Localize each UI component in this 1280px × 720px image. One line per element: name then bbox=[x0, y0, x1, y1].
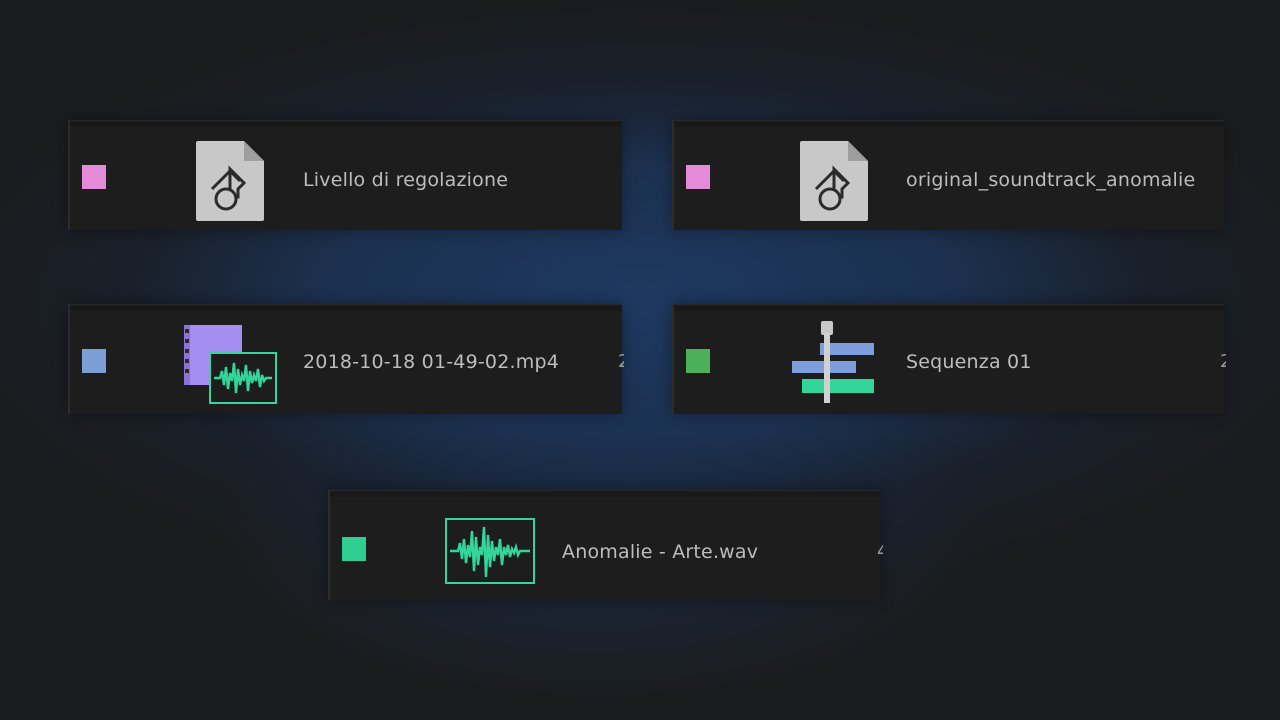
label-color-swatch[interactable] bbox=[82, 349, 106, 373]
label-color-swatch[interactable] bbox=[686, 349, 710, 373]
project-item-row[interactable]: Sequenza 01 2 bbox=[672, 304, 1226, 414]
truncated-column-value: 2 bbox=[618, 351, 624, 372]
project-item-name: original_soundtrack_anomalie bbox=[906, 169, 1196, 191]
label-color-swatch[interactable] bbox=[342, 537, 366, 561]
adjustment-layer-file-icon bbox=[194, 139, 266, 223]
label-color-swatch[interactable] bbox=[686, 165, 710, 189]
project-item-name: Livello di regolazione bbox=[303, 169, 509, 191]
project-item-name: Anomalie - Arte.wav bbox=[562, 541, 759, 563]
truncated-column-value: 2 bbox=[1220, 351, 1226, 372]
project-item-row[interactable]: 2018-10-18 01-49-02.mp4 2 bbox=[68, 304, 624, 414]
truncated-column-value: 4 bbox=[877, 541, 883, 562]
project-item-row[interactable]: original_soundtrack_anomalie bbox=[672, 120, 1224, 230]
project-item-row[interactable]: Livello di regolazione bbox=[68, 120, 622, 230]
video-audio-clip-icon bbox=[182, 323, 278, 407]
sequence-icon bbox=[792, 321, 876, 403]
adjustment-layer-file-icon bbox=[798, 139, 870, 223]
label-color-swatch[interactable] bbox=[82, 165, 106, 189]
project-item-row[interactable]: Anomalie - Arte.wav 4 bbox=[328, 490, 883, 600]
audio-clip-icon bbox=[444, 517, 536, 587]
project-item-name: Sequenza 01 bbox=[906, 351, 1032, 373]
project-item-name: 2018-10-18 01-49-02.mp4 bbox=[303, 351, 559, 373]
